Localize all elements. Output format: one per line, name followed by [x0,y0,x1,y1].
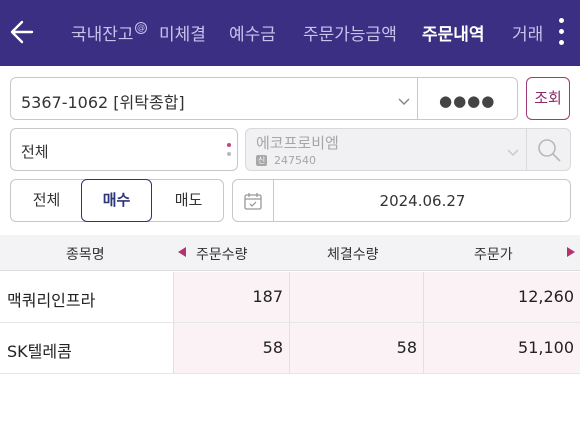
credit-badge: 신 [256,155,267,166]
side-sell-button[interactable]: 매도 [153,180,224,221]
top-bar: 국내잔고 @ 미체결 예수금 주문가능금액 주문내역 거래 [0,0,580,66]
market-value: 전체 [21,143,49,161]
cell-exec-qty [289,272,423,322]
back-arrow-icon[interactable] [8,12,44,52]
order-qty: 58 [262,338,283,357]
stock-field[interactable]: 에코프로비엠 신 247540 [245,128,571,171]
date-value: 2024.06.27 [379,192,466,210]
account-selector[interactable]: 5367-1062 [위탁종합] ●●●● [10,77,518,120]
cell-name: SK텔레콤 [0,323,173,373]
divider [526,129,527,170]
query-button[interactable]: 조회 [526,77,570,120]
exec-qty: 58 [396,338,417,357]
cell-order-price: 12,260 [423,272,580,322]
order-price: 51,100 [518,338,574,357]
table-row[interactable]: SK텔레콤 58 58 51,100 [0,323,580,374]
notification-badge: @ [135,22,147,34]
col-header-name: 종목명 [66,247,105,263]
chevron-down-icon[interactable] [397,92,411,111]
scroll-right-arrow-icon[interactable] [567,247,575,257]
scroll-left-arrow-icon[interactable] [178,247,186,257]
table-header: 종목명 주문수량 체결수량 주문가 [0,235,580,271]
date-picker[interactable]: 2024.06.27 [232,179,571,222]
cell-order-price: 51,100 [423,323,580,373]
col-header-exec-qty: 체결수량 [327,247,379,263]
stock-name: SK텔레콤 [7,342,72,361]
chevron-down-icon[interactable] [506,143,520,162]
tab-domestic-balance[interactable]: 국내잔고 @ [71,20,147,45]
order-side-segment: 전체 매수 매도 [10,179,224,222]
side-buy-button[interactable]: 매수 [81,179,152,222]
password-field[interactable]: ●●●● [439,92,495,110]
more-vertical-icon[interactable] [550,14,572,50]
table-row[interactable]: 맥쿼리인프라 187 12,260 [0,272,580,323]
cell-name: 맥쿼리인프라 [0,272,173,322]
col-header-order-qty: 주문수량 [196,247,248,263]
tab-unfilled[interactable]: 미체결 [159,20,206,45]
stock-code: 247540 [274,154,316,167]
cell-exec-qty: 58 [289,323,423,373]
tab-orderable-amount[interactable]: 주문가능금액 [303,20,397,45]
tab-bar: 국내잔고 @ 미체결 예수금 주문가능금액 주문내역 거래 [62,0,542,66]
stock-name: 에코프로비엠 [256,134,339,152]
stock-name: 맥쿼리인프라 [7,291,96,310]
tab-label: 국내잔고 [71,25,134,45]
tab-deposit[interactable]: 예수금 [229,20,276,45]
tab-trade[interactable]: 거래 [512,20,542,45]
order-price: 12,260 [518,287,574,306]
cell-order-qty: 58 [173,323,289,373]
side-all-button[interactable]: 전체 [11,180,82,221]
required-dots-icon [227,143,231,157]
col-header-order-price: 주문가 [474,247,513,263]
order-qty: 187 [252,287,283,306]
account-number: 5367-1062 [위탁종합] [21,93,185,112]
market-select[interactable]: 전체 [10,128,238,171]
divider [417,78,418,119]
tab-order-history[interactable]: 주문내역 [422,20,485,45]
cell-order-qty: 187 [173,272,289,322]
search-icon[interactable] [536,137,562,167]
